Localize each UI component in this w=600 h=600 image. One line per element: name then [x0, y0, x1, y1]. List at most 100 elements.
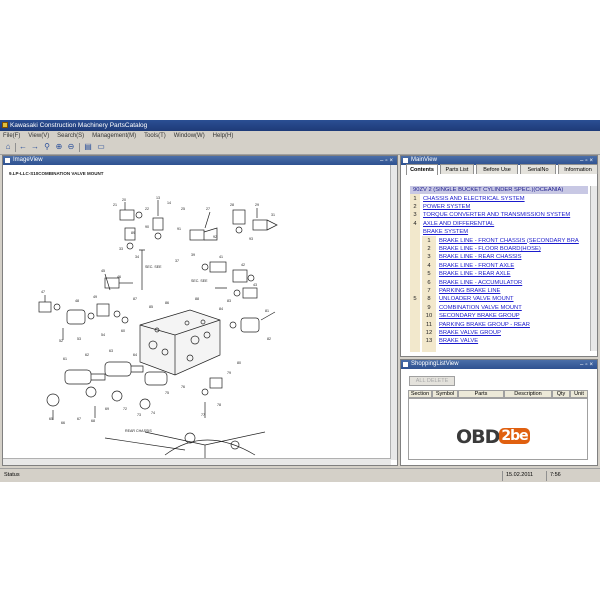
- menu-window[interactable]: Window(W): [171, 131, 208, 141]
- brake-item-row[interactable]: 7 PARKING BRAKE LINE: [422, 287, 588, 295]
- zoom-in-icon[interactable]: ⊕: [54, 142, 64, 152]
- menu-tools[interactable]: Tools(T): [141, 131, 169, 141]
- exploded-parts-diagram[interactable]: 13 14 20 21 22 25 27 28 29 31 33 34 37 3…: [5, 170, 385, 460]
- panel-icon: [403, 362, 408, 367]
- brake-item-link[interactable]: SECONDARY BRAKE GROUP: [439, 312, 520, 320]
- fitting: [252, 219, 268, 231]
- brake-item-row[interactable]: 10 SECONDARY BRAKE GROUP: [422, 312, 588, 320]
- solenoid: [104, 361, 132, 377]
- callout-label: 42: [241, 263, 245, 267]
- tree-section-row[interactable]: BRAKE SYSTEM: [410, 228, 588, 236]
- print-icon[interactable]: ▤: [83, 142, 93, 152]
- callout-label: 91: [177, 227, 181, 231]
- brake-item-row[interactable]: 5 BRAKE LINE - REAR AXLE: [422, 270, 588, 278]
- brake-item-link[interactable]: PARKING BRAKE GROUP - REAR: [439, 321, 530, 329]
- section-link[interactable]: CHASSIS AND ELECTRICAL SYSTEM: [423, 195, 525, 203]
- tab-information[interactable]: Information: [558, 164, 598, 174]
- home-icon[interactable]: ⌂: [3, 142, 13, 152]
- toolbar-separator: [15, 143, 16, 152]
- brake-item-row[interactable]: 6 BRAKE LINE - ACCUMULATOR: [422, 279, 588, 287]
- brake-item-row[interactable]: 3 BRAKE LINE - REAR CHASSIS: [422, 253, 588, 261]
- brake-item-row[interactable]: 8 UNLOADER VALVE MOUNT: [422, 295, 588, 303]
- callout-label: 43: [253, 283, 257, 287]
- connector: [46, 393, 60, 407]
- section-number: 1: [413, 195, 417, 202]
- brake-item-link[interactable]: UNLOADER VALVE MOUNT: [439, 295, 514, 303]
- brake-item-link[interactable]: BRAKE LINE - REAR CHASSIS: [439, 253, 521, 261]
- column-header-description[interactable]: Description: [504, 390, 552, 398]
- zoom-out-icon[interactable]: ⊖: [66, 142, 76, 152]
- callout-label: 20: [122, 198, 126, 202]
- callout-label: 75: [165, 391, 169, 395]
- section-link[interactable]: POWER SYSTEM: [423, 203, 470, 211]
- brake-item-row[interactable]: 13 BRAKE VALVE: [422, 337, 588, 345]
- menu-help[interactable]: Help(H): [210, 131, 237, 141]
- column-header-section[interactable]: Section: [408, 390, 432, 398]
- callout-label: 67: [77, 417, 81, 421]
- section-link[interactable]: TORQUE CONVERTER AND TRANSMISSION SYSTEM: [423, 211, 570, 219]
- column-header-symbol[interactable]: Symbol: [432, 390, 458, 398]
- menu-management[interactable]: Management(M): [89, 131, 139, 141]
- forward-icon[interactable]: →: [30, 142, 40, 152]
- tab-serial-no[interactable]: SerialNo: [520, 164, 556, 174]
- column-header-qty[interactable]: Qty: [552, 390, 570, 398]
- group-number-label: 5: [413, 296, 417, 303]
- tree-root-header[interactable]: 90ZV 2 (SINGLE BUCKET CYLINDER SPEC.)(OC…: [410, 186, 588, 194]
- image-view-horizontal-scrollbar[interactable]: [3, 458, 391, 465]
- tree-section-row[interactable]: 3 TORQUE CONVERTER AND TRANSMISSION SYST…: [410, 211, 588, 219]
- column-header-unit[interactable]: Unit: [570, 390, 588, 398]
- o-ring: [154, 232, 162, 240]
- brake-item-link[interactable]: BRAKE LINE - REAR AXLE: [439, 270, 511, 278]
- brake-item-row[interactable]: 1 BRAKE LINE - FRONT CHASSIS (SECONDARY …: [422, 237, 588, 245]
- callout-label: 14: [167, 201, 171, 205]
- brake-item-link[interactable]: BRAKE LINE - FRONT CHASSIS (SECONDARY BR…: [439, 237, 579, 245]
- brake-item-link[interactable]: BRAKE LINE - FRONT AXLE: [439, 262, 514, 270]
- callout-label: 52: [59, 339, 63, 343]
- tab-parts-list[interactable]: Parts List: [440, 164, 474, 174]
- brake-item-row[interactable]: 9 COMBINATION VALVE MOUNT: [422, 304, 588, 312]
- tree-section-row[interactable]: 2 POWER SYSTEM: [410, 203, 588, 211]
- image-view-vertical-scrollbar[interactable]: [390, 165, 397, 460]
- status-bar: Status 15.02.2011 7:56: [0, 468, 600, 482]
- brake-item-row[interactable]: 12 BRAKE VALVE GROUP: [422, 329, 588, 337]
- menu-file[interactable]: File(F): [0, 131, 23, 141]
- callout-label: 65: [49, 417, 53, 421]
- callout-label: 80: [237, 361, 241, 365]
- tree-section-row[interactable]: 4 AXLE AND DIFFERENTIAL: [410, 220, 588, 228]
- menu-view[interactable]: View(V): [25, 131, 52, 141]
- shopping-list-titlebar: ShoppingListView –▫×: [401, 360, 597, 369]
- brake-item-row[interactable]: 11 PARKING BRAKE GROUP - REAR: [422, 321, 588, 329]
- brake-item-link[interactable]: COMBINATION VALVE MOUNT: [439, 304, 522, 312]
- image-view-panel: ImageView –▫× 9.LP-LLC-S10COMBINATION VA…: [2, 155, 398, 466]
- callout-label: 48: [75, 299, 79, 303]
- tree-section-row[interactable]: 1 CHASSIS AND ELECTRICAL SYSTEM: [410, 195, 588, 203]
- fitting: [242, 287, 258, 299]
- brake-item-row[interactable]: 2 BRAKE LINE - FLOOR BOARD(HOSE): [422, 245, 588, 253]
- brake-item-link[interactable]: PARKING BRAKE LINE: [439, 287, 500, 295]
- brake-item-link[interactable]: BRAKE LINE - FLOOR BOARD(HOSE): [439, 245, 541, 253]
- brake-item-link[interactable]: BRAKE VALVE GROUP: [439, 329, 501, 337]
- back-icon[interactable]: ←: [18, 142, 28, 152]
- window-icon[interactable]: ▭: [96, 142, 106, 152]
- brake-item-link[interactable]: BRAKE VALVE: [439, 337, 478, 345]
- tab-contents[interactable]: Contents: [406, 164, 438, 175]
- callout-label: 22: [145, 207, 149, 211]
- title-bar: Kawasaki Construction Machinery PartsCat…: [0, 120, 600, 131]
- brake-item-link[interactable]: BRAKE LINE - ACCUMULATOR: [439, 279, 522, 287]
- section-link[interactable]: AXLE AND DIFFERENTIAL: [423, 220, 494, 228]
- brake-item-row[interactable]: 4 BRAKE LINE - FRONT AXLE: [422, 262, 588, 270]
- toolbar: ⌂ ← → ⚲ ⊕ ⊖ ▤ ▭: [0, 141, 600, 155]
- main-view-vertical-scrollbar[interactable]: [590, 186, 597, 351]
- column-header-parts[interactable]: Parts: [458, 390, 504, 398]
- panel-icon: [5, 158, 10, 163]
- tab-before-use[interactable]: Before Use: [476, 164, 518, 174]
- panel-window-buttons[interactable]: –▫×: [580, 361, 595, 370]
- menu-search[interactable]: Search(S): [54, 131, 87, 141]
- all-delete-button[interactable]: ALL DELETE: [409, 376, 455, 386]
- section-link[interactable]: BRAKE SYSTEM: [423, 228, 468, 236]
- app-icon: [2, 122, 8, 128]
- callout-label: 90: [145, 225, 149, 229]
- search-icon[interactable]: ⚲: [42, 142, 52, 152]
- callout-label: 92: [213, 235, 217, 239]
- item-number: 2: [427, 246, 431, 252]
